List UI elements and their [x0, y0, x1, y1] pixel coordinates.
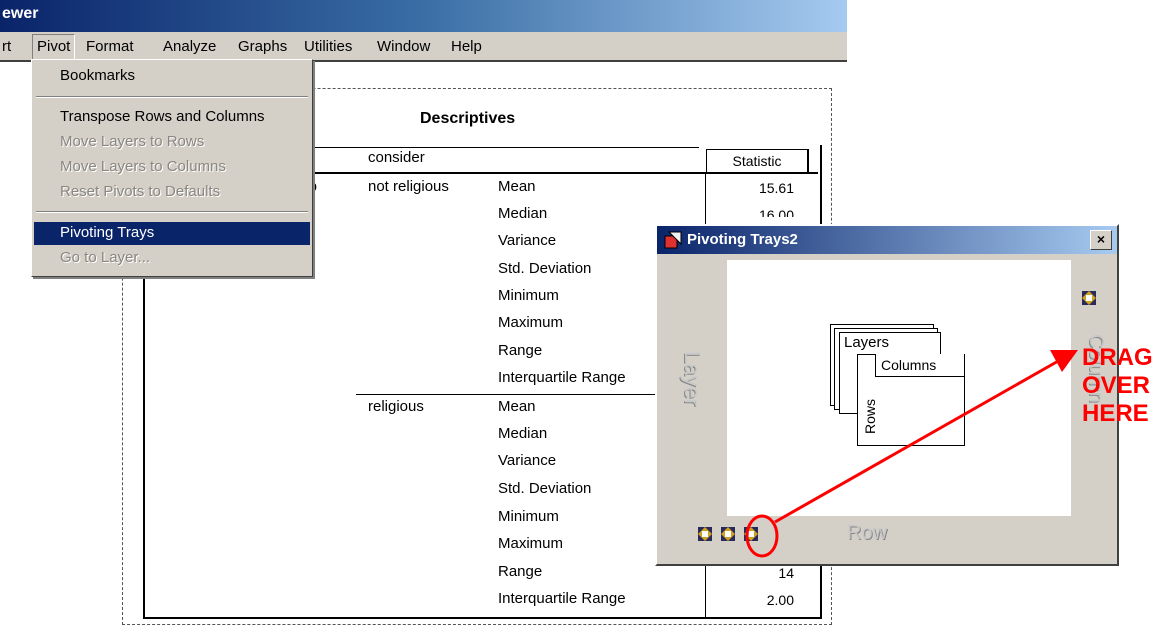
annotation-line: OVER: [1082, 372, 1151, 399]
annotation-line: DRAG: [1082, 344, 1153, 371]
highlight-circle: [745, 514, 779, 558]
annotation-line: HERE: [1082, 400, 1149, 427]
arrow-head: [1050, 350, 1078, 372]
annotation-overlay: [745, 350, 1078, 558]
drag-arrow: [774, 358, 1061, 524]
